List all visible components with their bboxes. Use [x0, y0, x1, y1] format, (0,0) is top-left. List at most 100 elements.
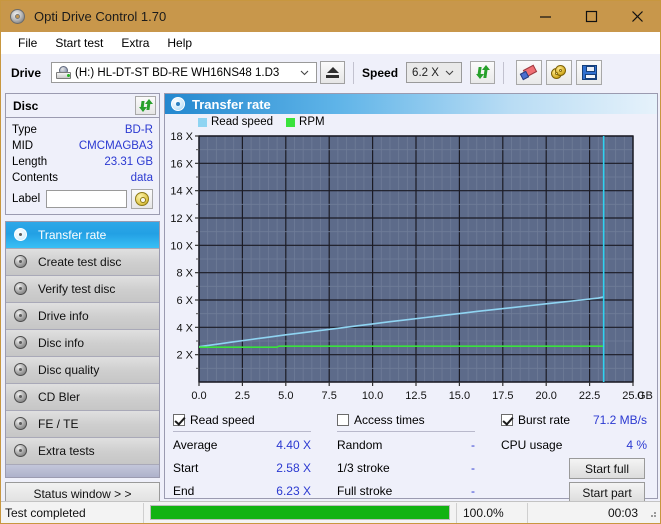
sidebar-item-drive-info[interactable]: Drive info: [6, 303, 159, 330]
fe-te-icon: [13, 416, 30, 432]
sidebar-item-disc-info[interactable]: Disc info: [6, 330, 159, 357]
disc-quality-icon: [13, 362, 30, 378]
burst-rate-checkbox-label: Burst rate: [518, 413, 571, 427]
stat-key-average: Average: [173, 438, 218, 452]
svg-text:0.0: 0.0: [191, 390, 206, 402]
menu-bar: File Start test Extra Help: [1, 32, 660, 54]
toolbar-divider-2: [503, 61, 505, 84]
disc-row-value: data: [130, 172, 153, 184]
svg-text:20.0: 20.0: [535, 390, 556, 402]
sidebar-item-create-test-disc[interactable]: Create test disc: [6, 249, 159, 276]
disc-label-row: Label: [12, 189, 153, 209]
sidebar-item-transfer-rate[interactable]: Transfer rate: [6, 222, 159, 249]
statistics-grid: Read speed Average 4.40 X Start 2.58 X E…: [165, 406, 657, 503]
svg-text:4 X: 4 X: [176, 322, 193, 334]
close-icon[interactable]: [614, 1, 660, 32]
erase-button[interactable]: [516, 60, 543, 85]
drive-toolbar: Drive (H:) HL-DT-ST BD-RE WH16NS48 1.D3 …: [1, 54, 660, 91]
sidebar-item-cd-bler[interactable]: CD Bler: [6, 384, 159, 411]
sidebar-item-verify-test-disc[interactable]: Verify test disc: [6, 276, 159, 303]
stat-key-random: Random: [337, 438, 383, 452]
eraser-icon: [519, 64, 538, 80]
app-disc-icon: [9, 8, 27, 26]
sidebar-item-label: Disc quality: [38, 363, 100, 377]
stat-value-random: -: [471, 438, 475, 452]
discs-button[interactable]: [546, 60, 573, 85]
svg-text:2 X: 2 X: [176, 350, 193, 362]
status-message: Test completed: [5, 505, 86, 520]
disc-panel-header: Disc: [6, 94, 159, 118]
svg-text:8 X: 8 X: [176, 268, 193, 280]
start-part-button[interactable]: Start part: [569, 482, 645, 503]
read-speed-divider: [173, 431, 311, 432]
access-times-divider: [337, 431, 475, 432]
eject-icon: [326, 67, 340, 78]
disc-row-mid: MID CMCMAGBA3: [12, 138, 153, 154]
menu-item-file[interactable]: File: [9, 34, 46, 52]
resize-grip-icon[interactable]: [646, 507, 657, 518]
read-speed-checkbox-label: Read speed: [190, 413, 255, 427]
sidebar-item-label: CD Bler: [38, 390, 81, 404]
disc-refresh-button[interactable]: [135, 96, 156, 115]
menu-item-help[interactable]: Help: [158, 34, 201, 52]
menu-item-extra[interactable]: Extra: [112, 34, 158, 52]
save-icon: [581, 65, 597, 80]
eject-button[interactable]: [320, 61, 346, 84]
sidebar-nav-filler: [6, 465, 159, 477]
menu-item-start-test[interactable]: Start test: [46, 34, 112, 52]
transfer-rate-panel: Transfer rate Read speed RPM 2 X4 X6 X8 …: [164, 93, 658, 503]
statistics-area: Read speed Average 4.40 X Start 2.58 X E…: [165, 406, 657, 503]
svg-text:10 X: 10 X: [170, 240, 193, 252]
drive-label: Drive: [11, 65, 42, 80]
chart-plot: 2 X 4 X 6 X 8 X 10 X 12 X 14 X 16 X 18 X 0.0 2.5 5.…: [170, 131, 653, 402]
disc-row-key: Type: [12, 124, 37, 136]
svg-text:10.0: 10.0: [362, 390, 383, 402]
extra-tests-icon: [13, 443, 30, 459]
minimize-icon[interactable]: [522, 1, 568, 32]
maximize-icon[interactable]: [568, 1, 614, 32]
progress-bar-fill: [151, 506, 449, 519]
svg-text:5.0: 5.0: [278, 390, 293, 402]
disc-label-button[interactable]: [131, 189, 153, 209]
read-speed-checkbox[interactable]: Read speed: [173, 413, 255, 427]
refresh-button[interactable]: [470, 61, 496, 84]
checkbox-box: [337, 414, 349, 426]
sidebar-item-extra-tests[interactable]: Extra tests: [6, 438, 159, 465]
svg-text:15.0: 15.0: [449, 390, 470, 402]
sidebar-item-fe-te[interactable]: FE / TE: [6, 411, 159, 438]
panel-title: Transfer rate: [192, 96, 271, 112]
disc-label-input[interactable]: [46, 190, 127, 208]
title-bar: Opti Drive Control 1.70: [1, 1, 660, 32]
stat-value-full-stroke: -: [471, 484, 475, 498]
svg-text:GB: GB: [637, 390, 653, 402]
svg-text:12.5: 12.5: [405, 390, 426, 402]
app-window: Opti Drive Control 1.70 File Start test …: [0, 0, 661, 524]
checkbox-box: [173, 414, 185, 426]
burst-rate-checkbox[interactable]: Burst rate: [501, 413, 570, 427]
stat-value-start: 2.58 X: [276, 461, 311, 475]
svg-text:18 X: 18 X: [170, 131, 193, 143]
speed-select[interactable]: 6.2 X: [406, 62, 463, 83]
svg-text:17.5: 17.5: [492, 390, 513, 402]
window-controls: [522, 1, 660, 32]
access-times-checkbox[interactable]: Access times: [337, 413, 425, 427]
transfer-rate-icon: [171, 97, 185, 111]
status-bar: Test completed 100.0% 00:03: [1, 501, 660, 523]
drive-icon: [56, 65, 72, 80]
cd-bler-icon: [13, 389, 30, 405]
checkbox-box: [501, 414, 513, 426]
toolbar-divider-1: [353, 61, 355, 84]
cpu-usage-value: 4 %: [626, 438, 647, 452]
sidebar-item-disc-quality[interactable]: Disc quality: [6, 357, 159, 384]
save-button[interactable]: [576, 60, 603, 85]
drive-select[interactable]: (H:) HL-DT-ST BD-RE WH16NS48 1.D3: [51, 62, 318, 83]
drive-select-value: (H:) HL-DT-ST BD-RE WH16NS48 1.D3: [75, 66, 280, 79]
sidebar-item-label: Disc info: [38, 336, 85, 350]
status-divider-1: [143, 502, 144, 523]
disc-panel-title: Disc: [13, 98, 39, 113]
stat-value-third-stroke: -: [471, 461, 475, 475]
start-full-button[interactable]: Start full: [569, 458, 645, 479]
disc-label-key: Label: [12, 193, 41, 205]
sidebar-item-label: Verify test disc: [38, 282, 116, 296]
cpu-usage-key: CPU usage: [501, 438, 563, 452]
